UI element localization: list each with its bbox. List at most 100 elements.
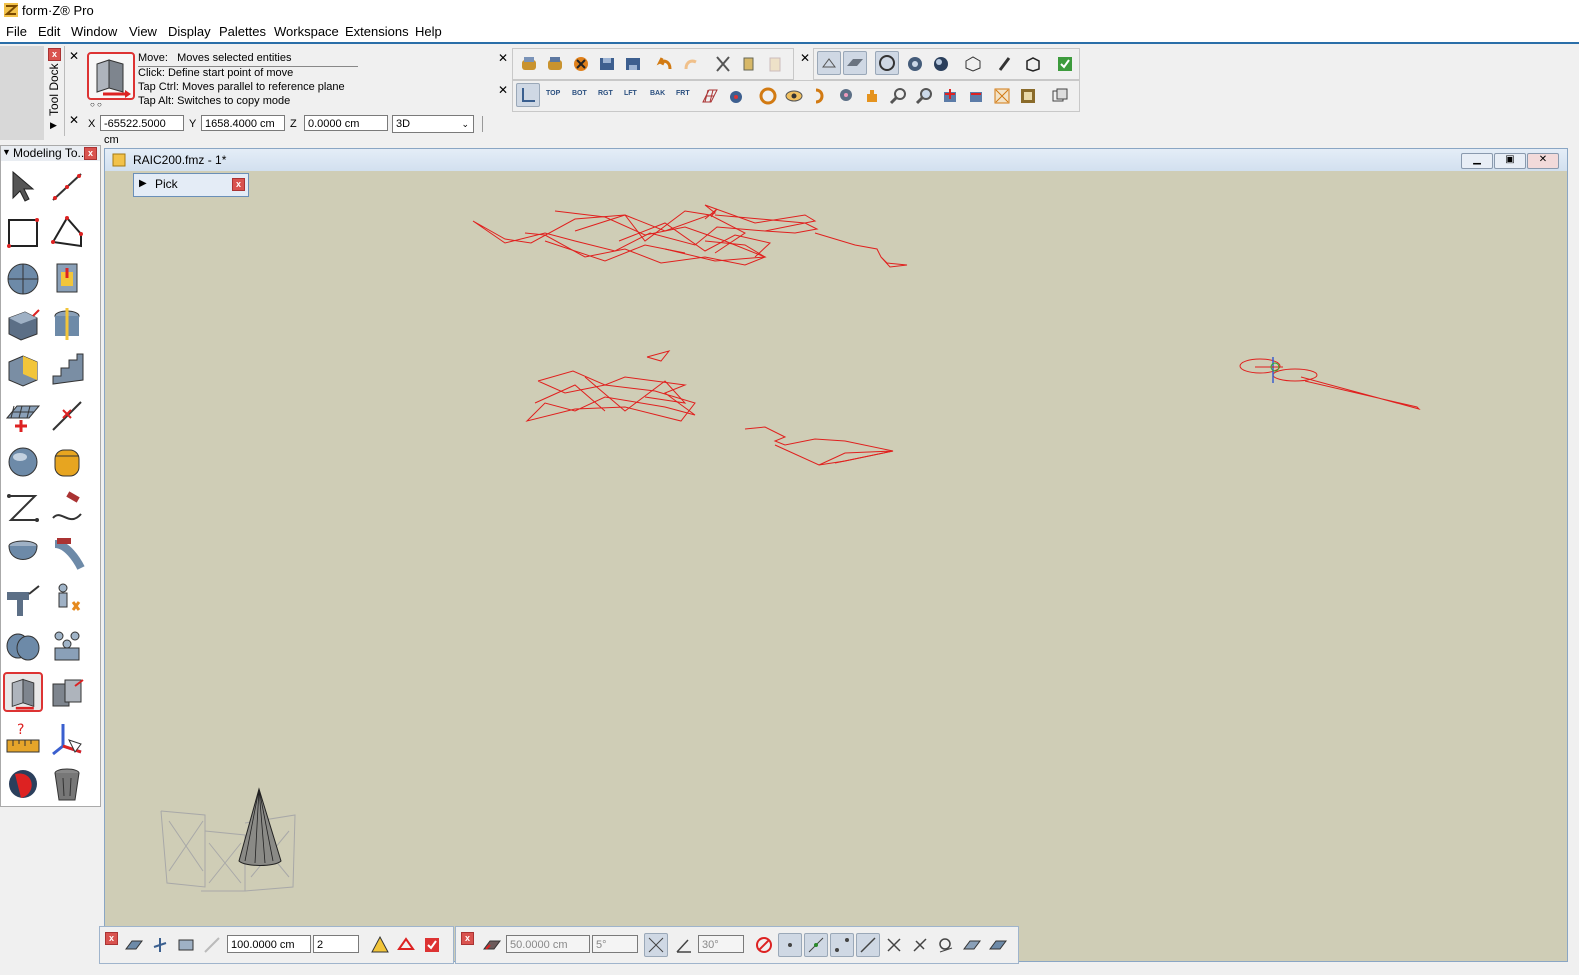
wireframe-button[interactable] [817, 51, 841, 75]
snap-distance-field[interactable]: 50.0000 cm [506, 935, 590, 953]
close-button[interactable]: ✕ [1527, 153, 1559, 169]
palette-close-icon[interactable]: x [84, 147, 97, 160]
menu-extensions[interactable]: Extensions [345, 24, 409, 39]
rectangle-tool[interactable] [3, 212, 43, 252]
menu-workspace[interactable]: Workspace [274, 24, 339, 39]
zoom-all-icon[interactable] [992, 86, 1012, 106]
toolbar1-close-icon[interactable]: ✕ [497, 52, 509, 64]
perspective-grid-icon[interactable] [700, 86, 720, 106]
cut-icon[interactable] [713, 54, 733, 74]
zoom-out-icon[interactable] [966, 86, 986, 106]
grid-mesh-tool[interactable] [3, 396, 43, 436]
point-snap-button[interactable] [778, 933, 802, 957]
transform-tool[interactable] [47, 672, 87, 712]
render-flat-icon[interactable] [905, 54, 925, 74]
tool-dock-close-icon[interactable]: x [48, 48, 61, 61]
views-manager-icon[interactable] [1050, 86, 1070, 106]
revolve-tool[interactable] [47, 304, 87, 344]
no-snap-icon[interactable] [754, 935, 774, 955]
view-front-button[interactable]: FRT [676, 90, 690, 97]
reference-plane-tool[interactable] [47, 718, 87, 758]
toolbar3-close-icon[interactable]: ✕ [497, 84, 509, 96]
eye-icon[interactable] [784, 86, 804, 106]
stairs-tool[interactable] [47, 350, 87, 390]
pointer-tool[interactable] [3, 166, 43, 206]
paste-icon[interactable] [765, 54, 785, 74]
view-left-button[interactable]: LFT [624, 90, 637, 97]
grab-icon[interactable] [545, 54, 565, 74]
cube-icon[interactable] [1023, 54, 1043, 74]
camera-icon[interactable] [726, 86, 746, 106]
view-right-button[interactable]: RGT [598, 90, 613, 97]
snap-plane-icon[interactable] [482, 935, 502, 955]
menu-window[interactable]: Window [71, 24, 117, 39]
bowl-tool[interactable] [3, 534, 43, 574]
model-viewport[interactable] [105, 171, 1567, 961]
open-hand-icon[interactable] [519, 54, 539, 74]
edge-snap-button[interactable] [856, 933, 880, 957]
union-tool[interactable] [3, 626, 43, 666]
measure-tool[interactable]: ? [3, 718, 43, 758]
angle-snap-icon[interactable] [674, 935, 694, 955]
maximize-button[interactable]: ▣ [1494, 153, 1526, 169]
menu-display[interactable]: Display [168, 24, 211, 39]
grid-toolbar-close-icon[interactable]: x [105, 932, 118, 945]
split-tool[interactable] [47, 396, 87, 436]
render-check-icon[interactable] [1055, 54, 1075, 74]
sweep-tool[interactable] [47, 534, 87, 574]
minimize-button[interactable]: ▁ [1461, 153, 1493, 169]
copy-icon[interactable] [739, 54, 759, 74]
film-icon[interactable] [1018, 86, 1038, 106]
cancel-icon[interactable] [571, 54, 591, 74]
snap-axis-icon[interactable] [150, 935, 170, 955]
render-wire-button[interactable] [875, 51, 899, 75]
group-tool[interactable] [47, 626, 87, 666]
tangent-snap-icon[interactable] [936, 935, 956, 955]
angle-value-field[interactable]: 30° [698, 935, 744, 953]
tool-dock-expand-icon[interactable]: ▶ [50, 120, 57, 131]
deform-tool[interactable] [47, 488, 87, 528]
view-back-button[interactable]: BAK [650, 90, 665, 97]
box-tool[interactable] [3, 304, 43, 344]
segment-snap-button[interactable] [804, 933, 828, 957]
pencil-icon[interactable] [995, 54, 1015, 74]
orbit-icon[interactable] [758, 86, 778, 106]
fillet-tool[interactable] [47, 442, 87, 482]
redo-icon[interactable] [681, 54, 701, 74]
view-top-button[interactable]: TOP [546, 90, 560, 97]
intersection-snap-icon[interactable] [884, 935, 904, 955]
x-coordinate-field[interactable]: -65522.5000 cm [100, 115, 184, 146]
render-smooth-icon[interactable] [931, 54, 951, 74]
move-tool[interactable] [3, 672, 43, 712]
extrude-tool[interactable] [47, 258, 87, 298]
direction-snap-button[interactable] [644, 933, 668, 957]
view-box-icon[interactable] [963, 54, 983, 74]
view-bottom-button[interactable]: BOT [572, 90, 587, 97]
menu-palettes[interactable]: Palettes [219, 24, 266, 39]
grid-plane-icon[interactable] [124, 935, 144, 955]
surface-button[interactable] [843, 51, 867, 75]
y-coordinate-field[interactable]: 1658.4000 cm [201, 115, 285, 131]
face-tool[interactable] [3, 350, 43, 390]
grid-size-field[interactable]: 100.0000 cm [227, 935, 311, 953]
pan-hand-icon[interactable] [862, 86, 882, 106]
save-icon[interactable] [597, 54, 617, 74]
check-list-icon[interactable] [422, 935, 442, 955]
undo-icon[interactable] [655, 54, 675, 74]
color-tool[interactable] [3, 764, 43, 804]
polygon-tool[interactable] [47, 212, 87, 252]
line-tool[interactable] [47, 166, 87, 206]
round-tool[interactable] [3, 442, 43, 482]
sphere-tool[interactable] [3, 258, 43, 298]
face-snap-icon[interactable] [962, 935, 982, 955]
view-mode-select[interactable]: 3D ⌄ [392, 115, 474, 133]
perpendicular-snap-icon[interactable] [910, 935, 930, 955]
grid-view-icon[interactable] [176, 935, 196, 955]
toolbar2-close-icon[interactable]: ✕ [799, 52, 811, 64]
z-coordinate-field[interactable]: 0.0000 cm [304, 115, 388, 131]
human-tool[interactable] [47, 580, 87, 620]
spin-icon[interactable] [810, 86, 830, 106]
menu-edit[interactable]: Edit [38, 24, 60, 39]
zoom-window-icon[interactable] [914, 86, 934, 106]
move-panel-close-icon[interactable]: ✕ [68, 50, 80, 62]
